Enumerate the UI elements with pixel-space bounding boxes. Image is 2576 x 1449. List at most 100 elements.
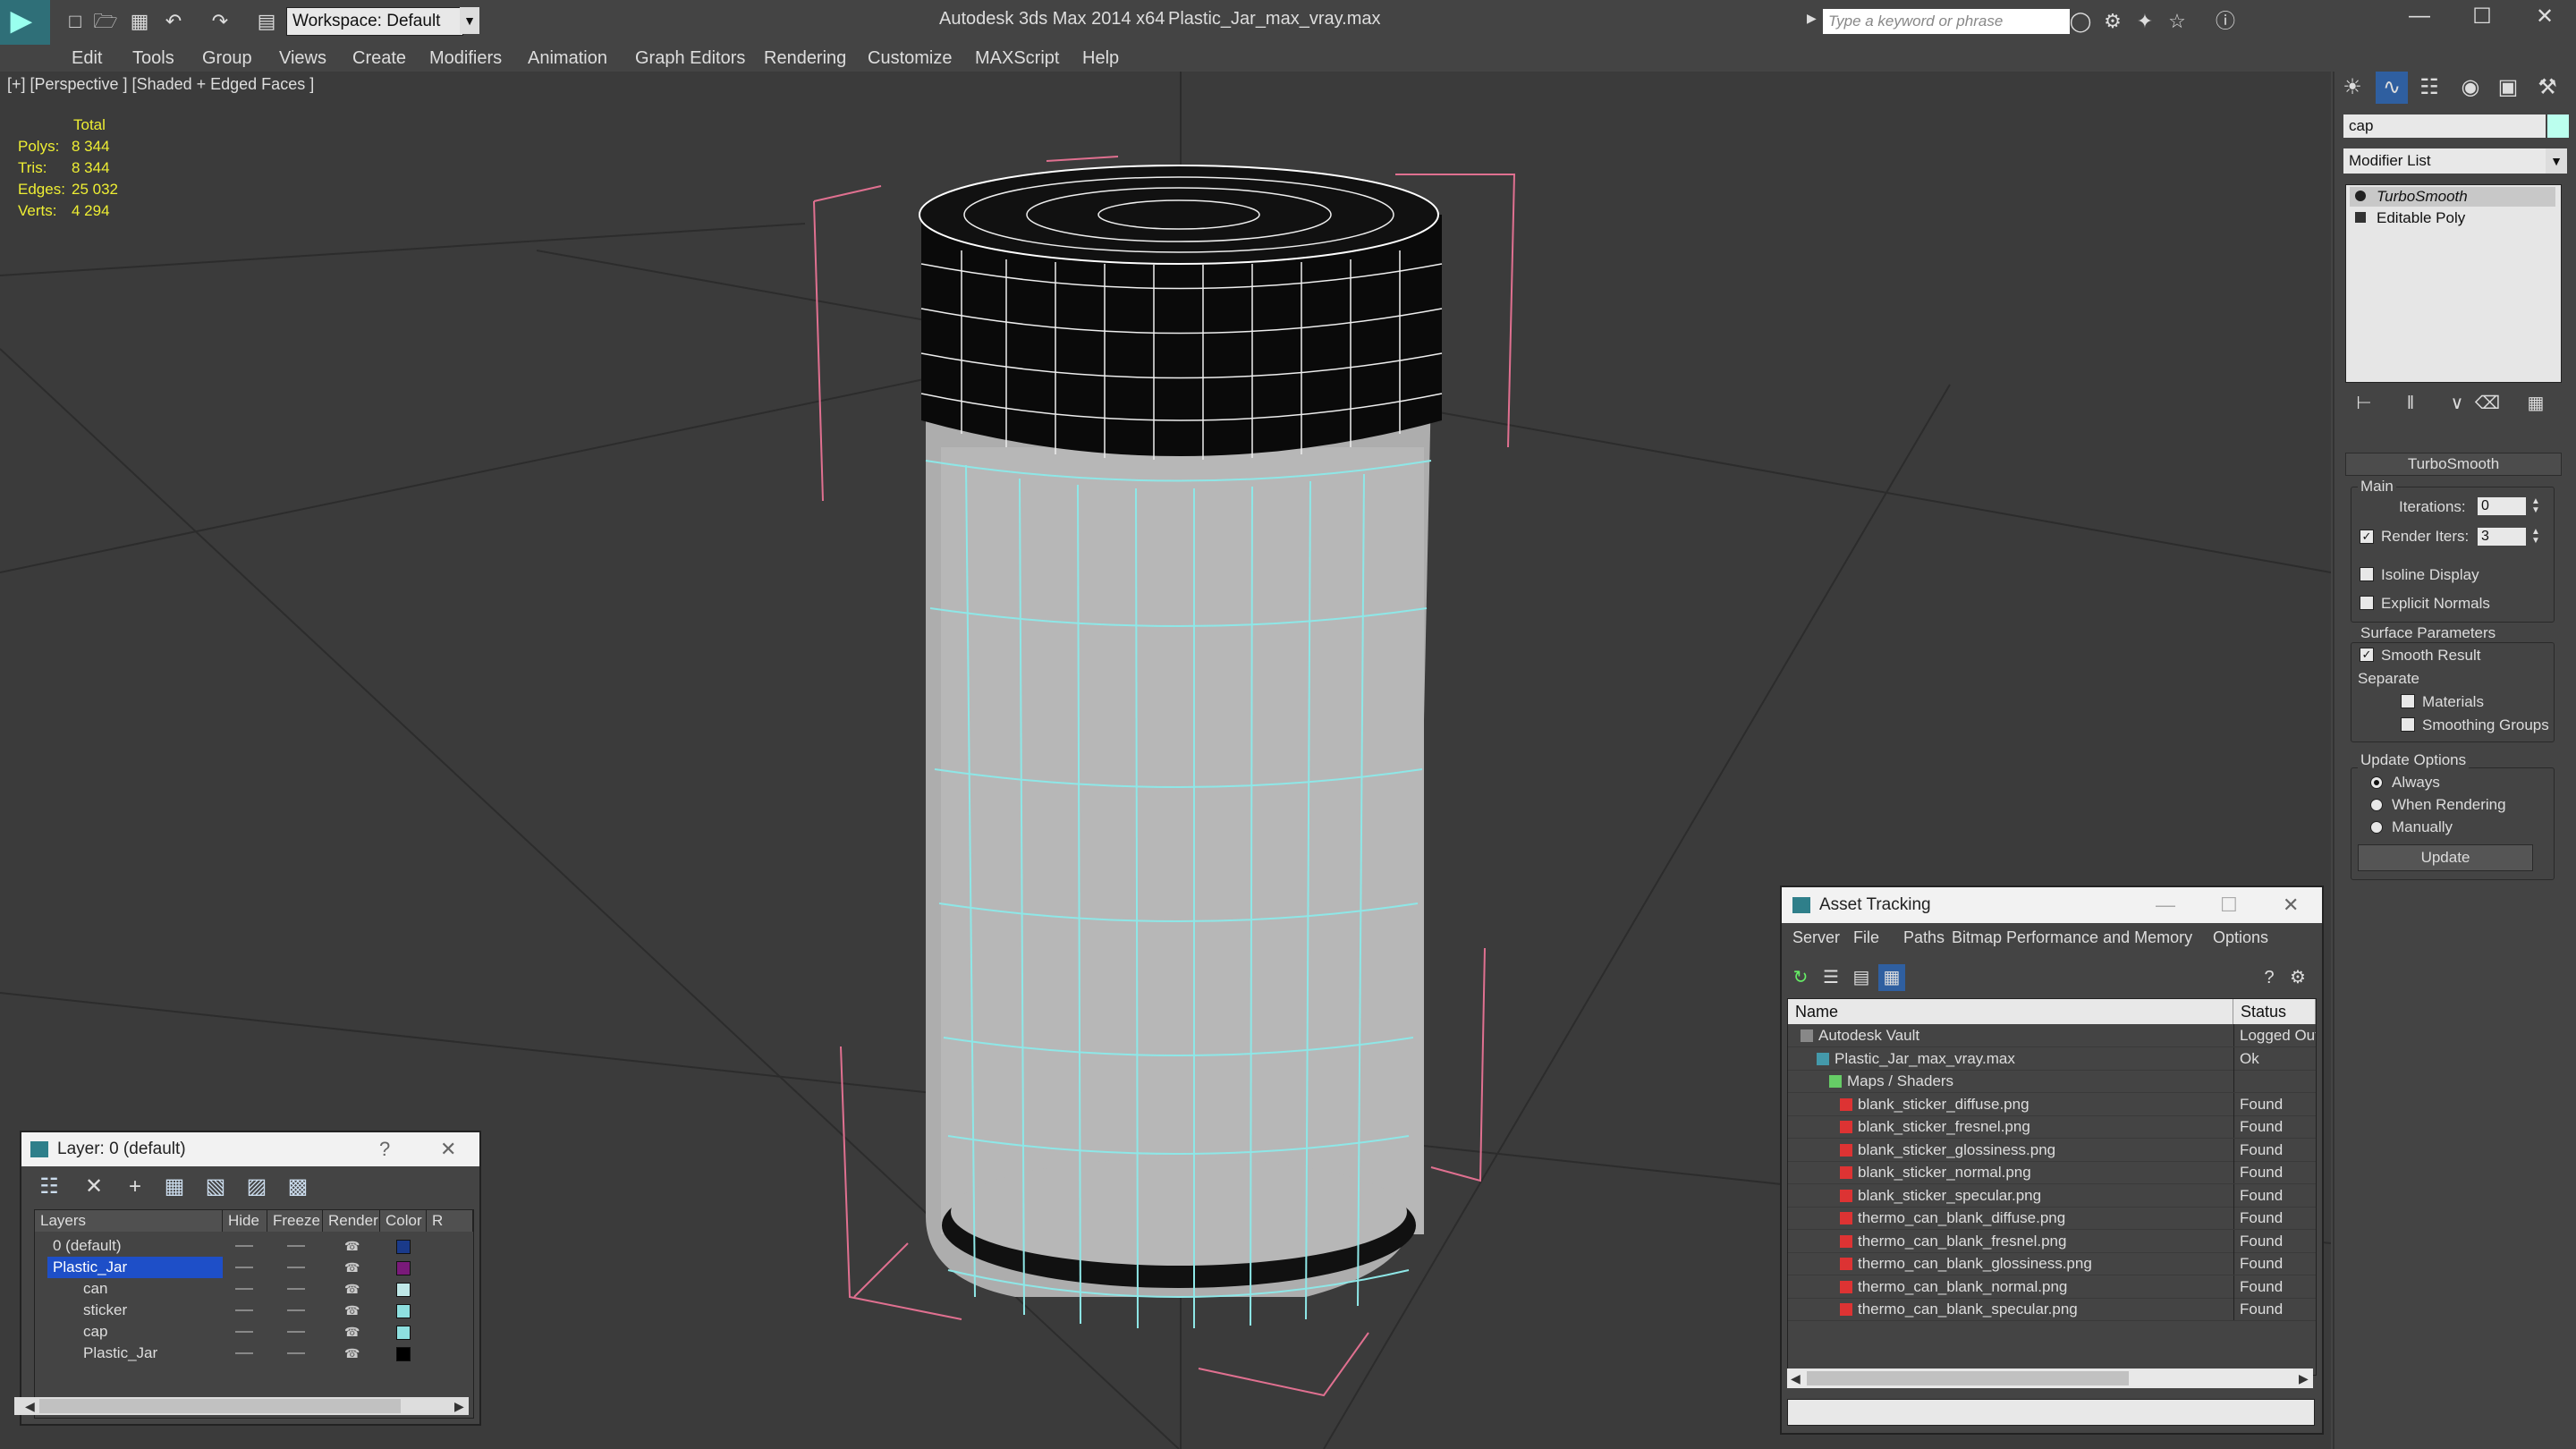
layer-row[interactable]: cap ☎ xyxy=(35,1321,473,1343)
menu-paths[interactable]: Paths xyxy=(1903,928,1945,947)
freeze-unfreeze-all-icon[interactable]: ▩ xyxy=(283,1172,313,1202)
menu-options[interactable]: Options xyxy=(2213,928,2268,947)
menu-tools[interactable]: Tools xyxy=(132,48,174,69)
menu-customize[interactable]: Customize xyxy=(868,48,952,69)
app-logo-icon[interactable]: ▶ xyxy=(0,0,50,45)
layer-name[interactable]: cap xyxy=(78,1321,214,1343)
layer-row[interactable]: can ☎ xyxy=(35,1278,473,1300)
asset-row[interactable]: blank_sticker_specular.png Found xyxy=(1788,1183,2316,1208)
asset-scrollbar-thumb[interactable] xyxy=(1807,1371,2129,1385)
freeze-toggle[interactable] xyxy=(287,1267,305,1268)
freeze-toggle[interactable] xyxy=(287,1352,305,1354)
menu-rendering[interactable]: Rendering xyxy=(764,48,846,69)
freeze-toggle[interactable] xyxy=(287,1245,305,1247)
search-input[interactable]: Type a keyword or phrase xyxy=(1823,9,2070,34)
list-view-icon[interactable]: ☰ xyxy=(1818,964,1844,991)
when-rendering-radio[interactable] xyxy=(2370,799,2383,811)
layer-dialog-titlebar[interactable]: Layer: 0 (default) ? ✕ xyxy=(21,1132,479,1166)
render-teapot-icon[interactable]: ☎ xyxy=(344,1325,360,1339)
menu-animation[interactable]: Animation xyxy=(528,48,607,69)
asset-row[interactable]: blank_sticker_glossiness.png Found xyxy=(1788,1138,2316,1162)
layer-name[interactable]: can xyxy=(78,1278,214,1300)
asset-row[interactable]: Maps / Shaders xyxy=(1788,1070,2316,1093)
column-layers[interactable]: Layers xyxy=(35,1210,223,1232)
render-iters-input[interactable]: 3 xyxy=(2478,528,2526,546)
chevron-down-icon[interactable]: ▼ xyxy=(2546,148,2567,174)
smooth-result-checkbox[interactable]: ✓ xyxy=(2360,648,2374,662)
iterations-spinner[interactable]: ▲ ▼ xyxy=(2529,497,2542,515)
workspace-dropdown[interactable]: Workspace: Default xyxy=(286,7,463,36)
column-freeze[interactable]: Freeze xyxy=(267,1210,323,1232)
menu-file[interactable]: File xyxy=(1853,928,1879,947)
smoothing-groups-checkbox[interactable] xyxy=(2401,717,2415,732)
layer-color-swatch[interactable] xyxy=(396,1304,411,1318)
object-color-swatch[interactable] xyxy=(2547,114,2569,138)
freeze-toggle[interactable] xyxy=(287,1309,305,1311)
menu-edit[interactable]: Edit xyxy=(72,48,102,69)
redo-icon[interactable]: ↷ xyxy=(208,9,233,34)
pin-stack-icon[interactable]: ⊢ xyxy=(2351,390,2377,417)
hide-toggle[interactable] xyxy=(235,1352,253,1354)
save-icon[interactable]: ▦ xyxy=(127,9,152,34)
binoculars-icon[interactable]: ◯ xyxy=(2068,9,2093,34)
render-teapot-icon[interactable]: ☎ xyxy=(344,1346,360,1360)
favorites-star-icon[interactable]: ☆ xyxy=(2165,9,2190,34)
help-icon[interactable]: ⓘ xyxy=(2213,9,2238,34)
render-iters-checkbox[interactable]: ✓ xyxy=(2360,530,2374,544)
layer-row[interactable]: Plastic_Jar ☎ xyxy=(35,1257,473,1278)
stack-item-turbosmooth[interactable]: TurboSmooth xyxy=(2350,187,2555,207)
show-end-result-icon[interactable]: ‖ xyxy=(2397,390,2424,417)
materials-checkbox[interactable] xyxy=(2401,694,2415,708)
render-teapot-icon[interactable]: ☎ xyxy=(344,1239,360,1253)
hierarchy-tab-icon[interactable]: ☷ xyxy=(2413,72,2445,104)
menu-create[interactable]: Create xyxy=(352,48,406,69)
refresh-icon[interactable]: ↻ xyxy=(1787,964,1814,991)
close-icon[interactable]: ✕ xyxy=(2522,4,2567,30)
freeze-toggle[interactable] xyxy=(287,1331,305,1333)
layer-color-swatch[interactable] xyxy=(396,1283,411,1297)
maximize-icon[interactable]: ☐ xyxy=(2460,4,2504,30)
asset-row[interactable]: thermo_can_blank_glossiness.png Found xyxy=(1788,1252,2316,1275)
layer-name[interactable]: sticker xyxy=(78,1300,214,1321)
iterations-input[interactable]: 0 xyxy=(2478,497,2526,515)
column-radiosity[interactable]: R xyxy=(427,1210,473,1232)
hide-toggle[interactable] xyxy=(235,1288,253,1290)
hide-toggle[interactable] xyxy=(235,1245,253,1247)
open-file-icon[interactable]: 🗁 xyxy=(93,9,118,34)
scroll-right-icon[interactable]: ▶ xyxy=(2299,1371,2309,1386)
layer-color-swatch[interactable] xyxy=(396,1261,411,1275)
undo-icon[interactable]: ↶ xyxy=(161,9,186,34)
select-objects-icon[interactable]: ▦ xyxy=(159,1172,190,1202)
always-radio[interactable] xyxy=(2370,776,2383,789)
hide-toggle[interactable] xyxy=(235,1267,253,1268)
column-name[interactable]: Name xyxy=(1788,999,2233,1024)
scroll-left-icon[interactable]: ◀ xyxy=(25,1399,35,1414)
render-teapot-icon[interactable]: ☎ xyxy=(344,1260,360,1275)
update-button[interactable]: Update xyxy=(2358,844,2533,871)
asset-row[interactable]: blank_sticker_fresnel.png Found xyxy=(1788,1115,2316,1139)
layer-name[interactable]: Plastic_Jar xyxy=(47,1257,223,1278)
asset-dialog-titlebar[interactable]: Asset Tracking — ☐ ✕ xyxy=(1782,887,2322,923)
asset-row[interactable]: thermo_can_blank_normal.png Found xyxy=(1788,1275,2316,1299)
create-tab-icon[interactable]: ☀ xyxy=(2336,72,2368,104)
asset-row[interactable]: Autodesk Vault Logged Out xyxy=(1788,1024,2316,1047)
layer-row[interactable]: 0 (default) ☎ xyxy=(35,1235,473,1257)
menu-group[interactable]: Group xyxy=(202,48,252,69)
layer-color-swatch[interactable] xyxy=(396,1240,411,1254)
menu-graph-editors[interactable]: Graph Editors xyxy=(635,48,745,69)
expand-icon[interactable] xyxy=(2355,212,2366,223)
remove-modifier-icon[interactable]: ⌫ xyxy=(2474,390,2501,417)
minimize-icon[interactable]: — xyxy=(2397,4,2442,29)
hide-unhide-all-icon[interactable]: ▨ xyxy=(242,1172,272,1202)
utilities-tab-icon[interactable]: ⚒ xyxy=(2531,72,2563,104)
display-tab-icon[interactable]: ▣ xyxy=(2492,72,2524,104)
thumbnail-view-icon[interactable]: ▤ xyxy=(1848,964,1875,991)
viewport-label[interactable]: [+] [Perspective ] [Shaded + Edged Faces… xyxy=(7,75,314,94)
column-render[interactable]: Render xyxy=(323,1210,380,1232)
close-icon[interactable]: ✕ xyxy=(440,1132,456,1166)
layer-name[interactable]: Plastic_Jar xyxy=(78,1343,214,1364)
delete-layer-icon[interactable]: ✕ xyxy=(79,1172,109,1202)
column-hide[interactable]: Hide xyxy=(223,1210,267,1232)
configure-sets-icon[interactable]: ▦ xyxy=(2522,390,2549,417)
stack-item-editable-poly[interactable]: Editable Poly xyxy=(2350,208,2555,228)
